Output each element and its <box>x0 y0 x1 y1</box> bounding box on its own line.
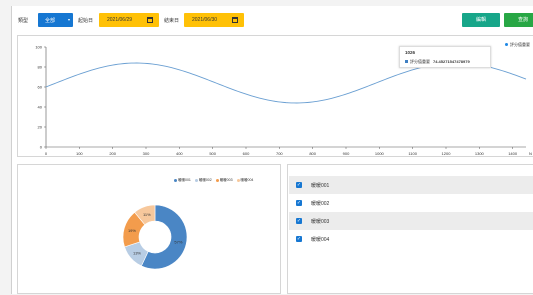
y-tick-label: 40 <box>38 105 43 110</box>
chart-legend[interactable]: 評分值重要 <box>505 42 530 48</box>
pie-legend-label: 暖暖004 <box>240 178 254 182</box>
checkbox[interactable]: ✓ <box>296 236 302 242</box>
chart-tooltip: 1026 評分值重要 74.45271547478979 <box>399 46 491 68</box>
y-tick-label: 20 <box>38 125 43 130</box>
line-chart-panel: 100 80 60 40 20 0 0 100 200 300 400 500 600 700 800 900… <box>17 35 533 157</box>
list-item-label: 暖暖004 <box>311 237 330 243</box>
x-tick-label: 1200 <box>442 151 452 156</box>
type-label: 類型 <box>18 18 29 24</box>
type-select-value: 全部 <box>45 18 56 24</box>
app-frame: 類型 全部 ▾ 起始日 2021/06/29 結束日 2021/06/30 編輯… <box>11 6 533 294</box>
start-date-value: 2021/06/29 <box>107 17 133 23</box>
x-tick-label: 300 <box>143 151 150 156</box>
checkbox[interactable]: ✓ <box>296 182 302 188</box>
y-tick-label: 80 <box>38 65 43 70</box>
list-item-label: 暖暖002 <box>311 201 330 207</box>
x-tick-label: 1100 <box>408 151 417 156</box>
pie-legend-item[interactable]: 暖暖002 <box>194 178 212 183</box>
pie-legend-label: 暖暖002 <box>198 178 212 182</box>
search-button[interactable]: 查詢 <box>504 13 533 27</box>
item-list-panel: ✓ 暖暖001 ✓ 暖暖002 ✓ 暖暖003 ✓ 暖暖004 <box>287 164 533 294</box>
list-item[interactable]: ✓ 暖暖002 <box>289 194 533 212</box>
x-tick-label: 0 <box>45 151 48 156</box>
checkbox[interactable]: ✓ <box>296 200 302 206</box>
legend-dot-icon <box>194 178 198 182</box>
x-tick-label: 900 <box>343 151 350 156</box>
pie-slice-label: 19% <box>128 228 136 233</box>
x-tick-label: 500 <box>209 151 216 156</box>
end-date-value: 2021/06/30 <box>192 17 218 23</box>
x-axis-unit: N <box>529 151 532 156</box>
pie-legend-item[interactable]: 暖暖001 <box>174 178 191 183</box>
legend-dot-icon <box>215 178 219 182</box>
end-date-input[interactable]: 2021/06/30 <box>184 13 244 27</box>
list-item[interactable]: ✓ 暖暖001 <box>289 176 533 194</box>
x-tick-label: 1400 <box>508 151 518 156</box>
x-tick-label: 800 <box>309 151 316 156</box>
x-tick-label: 200 <box>109 151 116 156</box>
pie-chart-panel: 暖暖001 暖暖002 暖暖003 暖暖004 57% 13% 19% 11% <box>17 164 281 294</box>
calendar-icon <box>232 17 238 23</box>
x-tick-label: 1300 <box>475 151 485 156</box>
x-tick-label: 400 <box>176 151 183 156</box>
tooltip-title: 1026 <box>405 50 416 55</box>
x-tick-label: 700 <box>276 151 283 156</box>
donut-chart: 57% 13% 19% 11% <box>122 204 188 270</box>
pie-legend-label: 暖暖001 <box>178 178 191 182</box>
legend-dot-icon <box>174 178 177 182</box>
end-date-label: 結束日 <box>164 18 180 24</box>
tooltip-series: 評分值重要 <box>410 59 430 64</box>
series-line[interactable] <box>45 62 527 104</box>
edit-button[interactable]: 編輯 <box>462 13 500 27</box>
tooltip-value: 74.45271547478979 <box>433 59 470 64</box>
chevron-down-icon: ▾ <box>67 17 70 22</box>
y-tick-label: 60 <box>38 85 43 90</box>
list-item[interactable]: ✓ 暖暖003 <box>289 212 533 230</box>
y-tick-label: 0 <box>40 145 43 150</box>
pie-slice-label: 57% <box>174 240 182 245</box>
x-tick-label: 100 <box>76 151 83 156</box>
checkbox[interactable]: ✓ <box>296 218 302 224</box>
series-square-icon <box>405 60 408 63</box>
chart-legend-label: 評分值重要 <box>510 42 530 47</box>
pie-slice-label: 11% <box>143 212 151 217</box>
toolbar: 類型 全部 ▾ 起始日 2021/06/29 結束日 2021/06/30 編輯… <box>12 6 533 34</box>
list-item-label: 暖暖001 <box>311 183 330 189</box>
pie-legend: 暖暖001 暖暖002 暖暖003 暖暖004 <box>174 178 257 183</box>
type-select[interactable]: 全部 ▾ <box>38 13 73 27</box>
pie-slice-label: 13% <box>133 250 141 255</box>
list-item-label: 暖暖003 <box>311 219 330 225</box>
pie-legend-label: 暖暖003 <box>219 178 233 182</box>
pie-legend-item[interactable]: 暖暖004 <box>236 178 254 183</box>
legend-dot-icon <box>505 43 508 47</box>
y-tick-label: 100 <box>35 45 42 50</box>
list-item[interactable]: ✓ 暖暖004 <box>289 230 533 248</box>
start-date-label: 起始日 <box>78 18 94 24</box>
legend-dot-icon <box>236 178 240 182</box>
tooltip-row: 評分值重要 74.45271547478979 <box>405 59 470 65</box>
pie-legend-item[interactable]: 暖暖003 <box>215 178 233 183</box>
x-tick-label: 600 <box>243 151 250 156</box>
start-date-input[interactable]: 2021/06/29 <box>99 13 159 27</box>
calendar-icon <box>147 17 153 23</box>
x-tick-label: 1000 <box>375 151 385 156</box>
